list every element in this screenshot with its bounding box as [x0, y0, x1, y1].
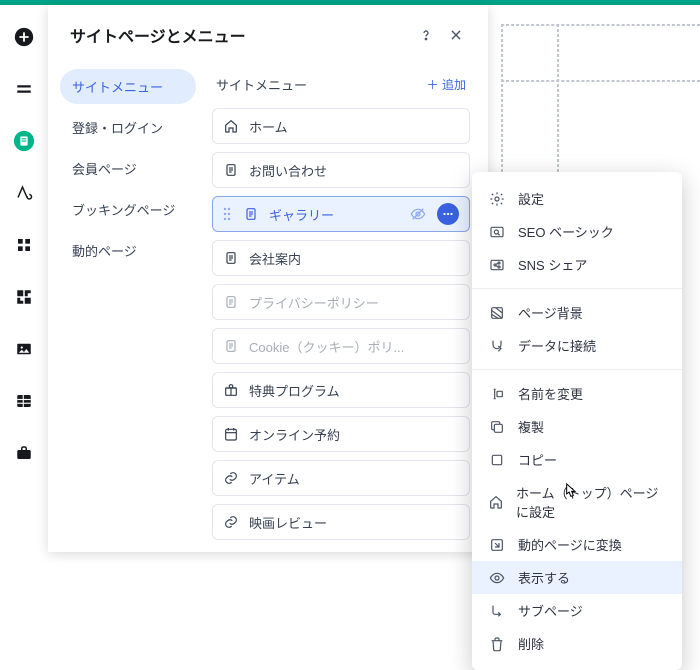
ctx-seo[interactable]: SEO ベーシック — [472, 215, 682, 248]
sidebar-item[interactable]: 動的ページ — [60, 233, 196, 268]
data-icon[interactable] — [12, 389, 36, 413]
page-item[interactable]: ホーム — [212, 108, 470, 144]
page-icon — [223, 250, 239, 266]
ctx-trash[interactable]: 削除 — [472, 627, 682, 660]
ctx-label: サブページ — [518, 601, 583, 620]
ctx-label: 削除 — [518, 634, 544, 653]
add-page-button[interactable]: ＋ 追加 — [427, 76, 466, 93]
page-item[interactable]: 会社案内 — [212, 240, 470, 276]
ctx-dyn[interactable]: 動的ページに変換 — [472, 528, 682, 561]
apps-icon[interactable] — [12, 233, 36, 257]
page-label: プライバシーポリシー — [249, 293, 459, 312]
ctx-label: ページ背景 — [518, 303, 583, 322]
copy-icon — [488, 451, 506, 469]
context-menu: 設定 SEO ベーシック SNS シェアページ背景データに接続名前を変更複製コピーホ… — [472, 172, 682, 670]
ctx-rename[interactable]: 名前を変更 — [472, 377, 682, 410]
layers-icon[interactable] — [12, 77, 36, 101]
visibility-icon[interactable] — [409, 205, 427, 223]
gear-icon — [488, 190, 506, 208]
sidebar-item[interactable]: 会員ページ — [60, 151, 196, 186]
page-item[interactable]: 特典プログラム — [212, 372, 470, 408]
ctx-label: 複製 — [518, 417, 544, 436]
page-label: 会社案内 — [249, 249, 459, 268]
ctx-label: データに接続 — [518, 336, 596, 355]
pages-panel: サイトページとメニュー サイトメニュー登録・ログイン会員ページブッキングページ動… — [48, 5, 488, 552]
sub-icon — [488, 602, 506, 620]
page-item[interactable]: Cookie（クッキー）ポリ... — [212, 328, 470, 364]
eye-icon — [488, 569, 506, 587]
page-item[interactable]: ギャラリー — [212, 196, 470, 232]
trash-icon — [488, 635, 506, 653]
page-label: オンライン予約 — [249, 425, 459, 444]
ctx-label: SEO ベーシック — [518, 222, 614, 241]
share-icon — [488, 256, 506, 274]
ctx-data[interactable]: データに接続 — [472, 329, 682, 362]
media-icon[interactable] — [12, 337, 36, 361]
drag-handle-icon[interactable] — [223, 207, 233, 221]
page-item[interactable]: プライバシーポリシー — [212, 284, 470, 320]
dup-icon — [488, 418, 506, 436]
section-heading: サイトメニュー — [216, 75, 427, 94]
ctx-gear[interactable]: 設定 — [472, 182, 682, 215]
side-nav: サイトメニュー登録・ログイン会員ページブッキングページ動的ページ — [48, 61, 208, 540]
home-icon — [488, 493, 504, 511]
panel-title: サイトページとメニュー — [70, 23, 406, 47]
page-label: ギャラリー — [269, 205, 399, 224]
ctx-sub[interactable]: サブページ — [472, 594, 682, 627]
link-icon — [223, 514, 239, 530]
add-icon[interactable] — [12, 25, 36, 49]
close-icon[interactable] — [446, 25, 466, 45]
ctx-label: 動的ページに変換 — [518, 535, 622, 554]
ctx-bg[interactable]: ページ背景 — [472, 296, 682, 329]
help-icon[interactable] — [416, 25, 436, 45]
pages-icon[interactable] — [12, 129, 36, 153]
page-icon — [223, 162, 239, 178]
page-icon — [223, 294, 239, 310]
page-label: アイテム — [249, 469, 459, 488]
sidebar-item[interactable]: サイトメニュー — [60, 69, 196, 104]
home-icon — [223, 118, 239, 134]
sidebar-item[interactable]: 登録・ログイン — [60, 110, 196, 145]
ctx-share[interactable]: SNS シェア — [472, 248, 682, 281]
bg-icon — [488, 304, 506, 322]
ctx-label: SNS シェア — [518, 255, 587, 274]
ctx-label: 表示する — [518, 568, 570, 587]
link-icon — [223, 470, 239, 486]
ctx-label: 名前を変更 — [518, 384, 583, 403]
ctx-label: コピー — [518, 450, 557, 469]
more-actions-button[interactable] — [437, 203, 459, 225]
page-item[interactable]: お問い合わせ — [212, 152, 470, 188]
page-item[interactable]: オンライン予約 — [212, 416, 470, 452]
addons-icon[interactable] — [12, 285, 36, 309]
data-icon — [488, 337, 506, 355]
seo-icon — [488, 223, 506, 241]
cal-icon — [223, 426, 239, 442]
ctx-label: 設定 — [518, 189, 544, 208]
page-label: お問い合わせ — [249, 161, 459, 180]
left-rail — [0, 5, 48, 552]
gift-icon — [223, 382, 239, 398]
page-icon — [243, 206, 259, 222]
page-label: ホーム — [249, 117, 459, 136]
rename-icon — [488, 385, 506, 403]
page-icon — [223, 338, 239, 354]
business-icon[interactable] — [12, 441, 36, 465]
cursor-pointer-icon — [560, 482, 580, 504]
page-item[interactable]: 映画レビュー — [212, 504, 470, 540]
ctx-eye[interactable]: 表示する — [472, 561, 682, 594]
design-icon[interactable] — [12, 181, 36, 205]
ctx-dup[interactable]: 複製 — [472, 410, 682, 443]
page-label: 特典プログラム — [249, 381, 459, 400]
ctx-copy[interactable]: コピー — [472, 443, 682, 476]
sidebar-item[interactable]: ブッキングページ — [60, 192, 196, 227]
page-label: 映画レビュー — [249, 513, 459, 532]
page-label: Cookie（クッキー）ポリ... — [249, 337, 459, 356]
page-list: ホームお問い合わせギャラリー会社案内プライバシーポリシー Cookie（クッキー）… — [212, 108, 470, 540]
ctx-label: ホーム（トップ）ページに設定 — [516, 483, 666, 521]
page-item[interactable]: アイテム — [212, 460, 470, 496]
dyn-icon — [488, 536, 506, 554]
